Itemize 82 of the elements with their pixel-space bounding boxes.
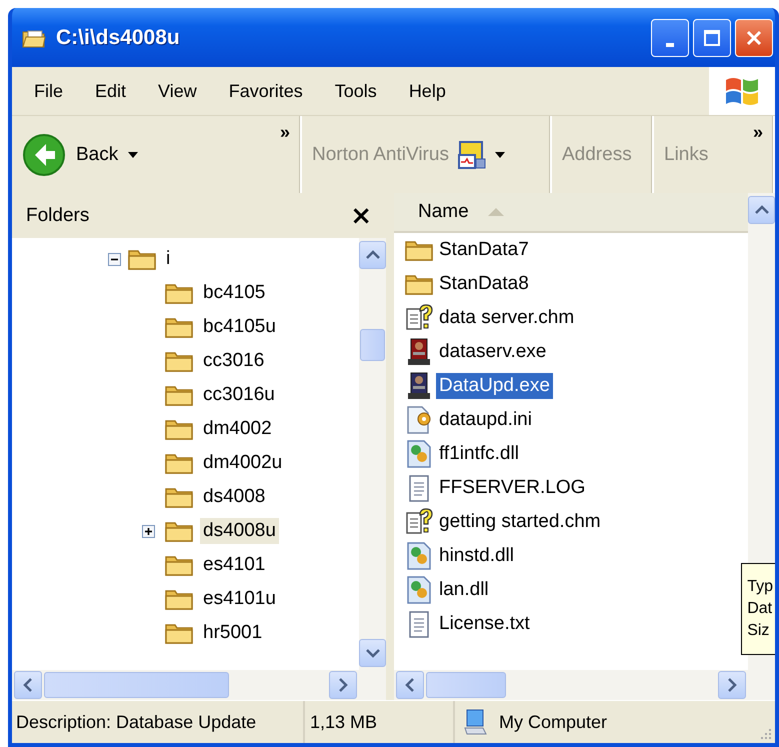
folder-icon: [22, 28, 46, 48]
file-name[interactable]: hinstd.dll: [436, 543, 517, 569]
menu-item[interactable]: File: [34, 80, 64, 102]
tree-item[interactable]: es4101: [200, 552, 268, 578]
close-button[interactable]: [735, 18, 773, 56]
resize-grip[interactable]: [759, 727, 773, 741]
chevron-left-icon: [23, 678, 33, 692]
file-name[interactable]: StanData8: [436, 271, 532, 297]
status-zone: My Computer: [499, 712, 608, 732]
toolbar-chevron[interactable]: »: [752, 122, 763, 143]
monitor-icon: [456, 140, 487, 170]
scroll-left-button[interactable]: [396, 671, 424, 699]
chevron-down-icon: [366, 648, 380, 658]
chevron-up-icon: [366, 250, 380, 260]
scroll-thumb[interactable]: [44, 672, 229, 698]
menu-item[interactable]: View: [158, 80, 197, 102]
menu-item[interactable]: Favorites: [228, 80, 303, 102]
caret-icon: [494, 152, 505, 158]
chevron-up-icon: [754, 205, 768, 215]
caret-icon: [128, 152, 138, 158]
maximize-icon: [704, 30, 720, 46]
window-title: C:\i\ds4008u: [56, 26, 180, 50]
file-name[interactable]: FFSERVER.LOG: [436, 475, 588, 501]
tree-item[interactable]: bc4105u: [200, 314, 279, 340]
scroll-up-button[interactable]: [359, 241, 386, 269]
norton-label: Norton AntiVirus: [312, 144, 449, 166]
vertical-scrollbar[interactable]: [359, 238, 386, 670]
folders-title: Folders: [26, 204, 90, 226]
horizontal-scrollbar[interactable]: [394, 670, 775, 700]
tree-item[interactable]: dm4002u: [200, 450, 286, 476]
menu-item[interactable]: Tools: [334, 80, 377, 102]
maximize-button[interactable]: [693, 18, 731, 56]
toolbar-chevron[interactable]: »: [280, 122, 290, 143]
tree-item[interactable]: dm4002: [200, 416, 275, 442]
computer-icon: [463, 708, 489, 736]
file-name[interactable]: getting started.chm: [436, 509, 604, 535]
menu-item[interactable]: Edit: [95, 80, 126, 102]
help-file-icon: [404, 507, 434, 537]
file-name[interactable]: ff1intfc.dll: [436, 441, 522, 467]
sort-arrow-icon: [486, 207, 505, 217]
chevron-right-icon: [338, 678, 348, 692]
file-name[interactable]: lan.dll: [436, 577, 492, 603]
scroll-right-button[interactable]: [718, 671, 746, 699]
tree-item[interactable]: cc3016: [200, 348, 268, 374]
tree-item[interactable]: ds4008: [200, 484, 268, 510]
tooltip-line: Dat: [747, 599, 773, 619]
tree-item[interactable]: hr5001: [200, 620, 266, 646]
minimize-icon: [666, 42, 674, 46]
scroll-left-button[interactable]: [14, 671, 42, 699]
horizontal-scrollbar[interactable]: [12, 670, 386, 700]
menu-item[interactable]: Help: [408, 80, 446, 102]
tree-item[interactable]: cc3016u: [200, 382, 278, 408]
chevron-left-icon: [405, 678, 415, 692]
tree-item[interactable]: i: [163, 246, 174, 272]
chevron-right-icon: [727, 678, 737, 692]
status-description: Description: Database Update: [12, 701, 305, 743]
file-name[interactable]: dataupd.ini: [436, 407, 535, 433]
back-button[interactable]: Back: [22, 132, 138, 176]
file-name[interactable]: StanData7: [436, 237, 532, 263]
tooltip-line: Siz: [747, 621, 770, 641]
file-name[interactable]: License.txt: [436, 611, 533, 637]
norton-button[interactable]: [456, 140, 505, 170]
collapse-toggle[interactable]: [108, 252, 121, 266]
name-column-header[interactable]: Name: [394, 193, 748, 233]
expand-toggle[interactable]: [142, 524, 155, 538]
file-name[interactable]: dataserv.exe: [436, 339, 550, 365]
help-file-icon: [404, 303, 434, 333]
tooltip-line: Typ: [747, 577, 773, 597]
tree-item[interactable]: ds4008u: [200, 518, 279, 544]
status-size: 1,13 MB: [305, 701, 455, 743]
scroll-thumb[interactable]: [360, 329, 385, 361]
tree-item[interactable]: es4101u: [200, 586, 279, 612]
scroll-right-button[interactable]: [329, 671, 357, 699]
file-name[interactable]: DataUpd.exe: [436, 373, 553, 399]
scroll-thumb[interactable]: [426, 672, 506, 698]
close-pane-button[interactable]: ×: [350, 200, 372, 230]
tree-item[interactable]: bc4105: [200, 280, 268, 306]
minimize-button[interactable]: [651, 18, 689, 56]
scroll-down-button[interactable]: [359, 639, 386, 667]
close-icon: [746, 30, 762, 46]
scroll-up-button[interactable]: [748, 196, 775, 224]
file-name[interactable]: data server.chm: [436, 305, 578, 331]
